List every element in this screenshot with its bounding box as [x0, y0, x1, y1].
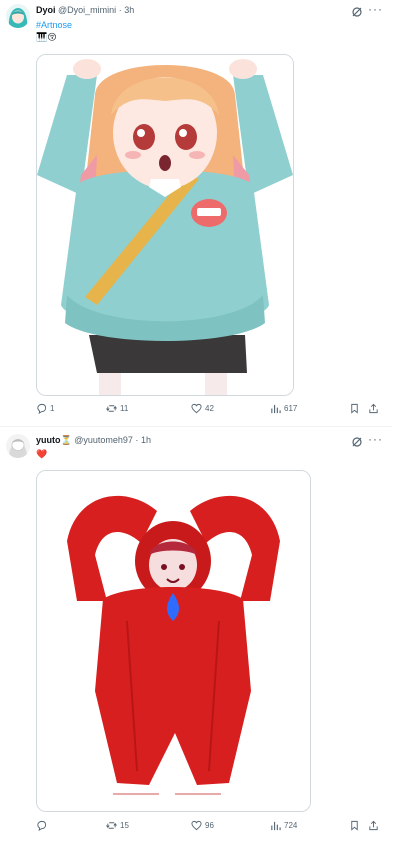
- anime-girl-illustration: [37, 55, 293, 395]
- share-icon: [369, 403, 378, 414]
- hashtag-link[interactable]: #Artnose: [36, 20, 72, 30]
- user-handle[interactable]: @Dyoi_mimini: [58, 5, 116, 15]
- heart-icon: [191, 820, 202, 831]
- separator: ·: [118, 5, 122, 15]
- more-options-button[interactable]: ···: [368, 2, 383, 16]
- bookmark-button[interactable]: [349, 820, 360, 831]
- separator: ·: [135, 435, 139, 445]
- share-icon: [369, 820, 378, 831]
- red-hoodie-character-illustration: [37, 471, 310, 811]
- post-emoji: ❤️: [36, 449, 48, 459]
- post-time[interactable]: 3h: [124, 5, 134, 15]
- repost-button[interactable]: 11: [106, 403, 128, 414]
- post-media-image[interactable]: [36, 54, 294, 396]
- view-count: 724: [284, 821, 298, 830]
- post-yuuto[interactable]: yuuto⏳ @yuutomeh97 · 1h ··· ❤️ 15 96 724: [0, 428, 412, 845]
- display-name[interactable]: yuuto: [36, 435, 61, 445]
- post-text: #Artnose: [36, 20, 72, 30]
- user-handle[interactable]: @yuutomeh97: [74, 435, 133, 445]
- share-button[interactable]: [368, 820, 379, 831]
- views-button[interactable]: 724: [270, 820, 297, 831]
- views-icon: [271, 404, 281, 414]
- reply-icon: [37, 820, 47, 831]
- repost-icon: [106, 822, 117, 829]
- post-header: yuuto⏳ @yuutomeh97 · 1h: [36, 435, 151, 446]
- bookmark-button[interactable]: [349, 403, 360, 414]
- name-emoji: ⏳: [60, 435, 72, 445]
- reply-button[interactable]: [36, 820, 50, 831]
- reply-button[interactable]: 1: [36, 403, 54, 414]
- heart-icon: [191, 403, 202, 414]
- post-header: Dyoi @Dyoi_mimini · 3h: [36, 5, 134, 15]
- display-name[interactable]: Dyoi: [36, 5, 56, 15]
- post-emoji: 🎹😚: [36, 32, 57, 42]
- post-actions: 15 96 724: [36, 820, 382, 834]
- avatar[interactable]: [6, 4, 30, 28]
- post-divider: [0, 426, 392, 427]
- post-media-image[interactable]: [36, 470, 311, 812]
- repost-icon: [106, 405, 117, 412]
- view-count: 617: [284, 404, 298, 413]
- views-icon: [271, 821, 281, 831]
- views-button[interactable]: 617: [270, 403, 297, 414]
- like-button[interactable]: 42: [191, 403, 214, 414]
- post-actions: 1 11 42 617: [36, 403, 382, 417]
- repost-button[interactable]: 15: [106, 820, 129, 831]
- like-count: 42: [205, 404, 214, 413]
- avatar[interactable]: [6, 434, 30, 458]
- share-button[interactable]: [368, 403, 379, 414]
- like-button[interactable]: 96: [191, 820, 214, 831]
- grok-icon[interactable]: [351, 5, 363, 17]
- reply-count: 1: [50, 404, 55, 413]
- bookmark-icon: [351, 403, 358, 414]
- repost-count: 15: [120, 821, 129, 830]
- more-options-button[interactable]: ···: [368, 432, 383, 446]
- post-time[interactable]: 1h: [141, 435, 151, 445]
- post-dyoi[interactable]: Dyoi @Dyoi_mimini · 3h ··· #Artnose 🎹😚 1…: [0, 0, 412, 430]
- repost-count: 11: [120, 404, 129, 413]
- like-count: 96: [205, 821, 214, 830]
- grok-icon[interactable]: [351, 435, 363, 447]
- reply-icon: [37, 403, 47, 414]
- bookmark-icon: [351, 820, 358, 831]
